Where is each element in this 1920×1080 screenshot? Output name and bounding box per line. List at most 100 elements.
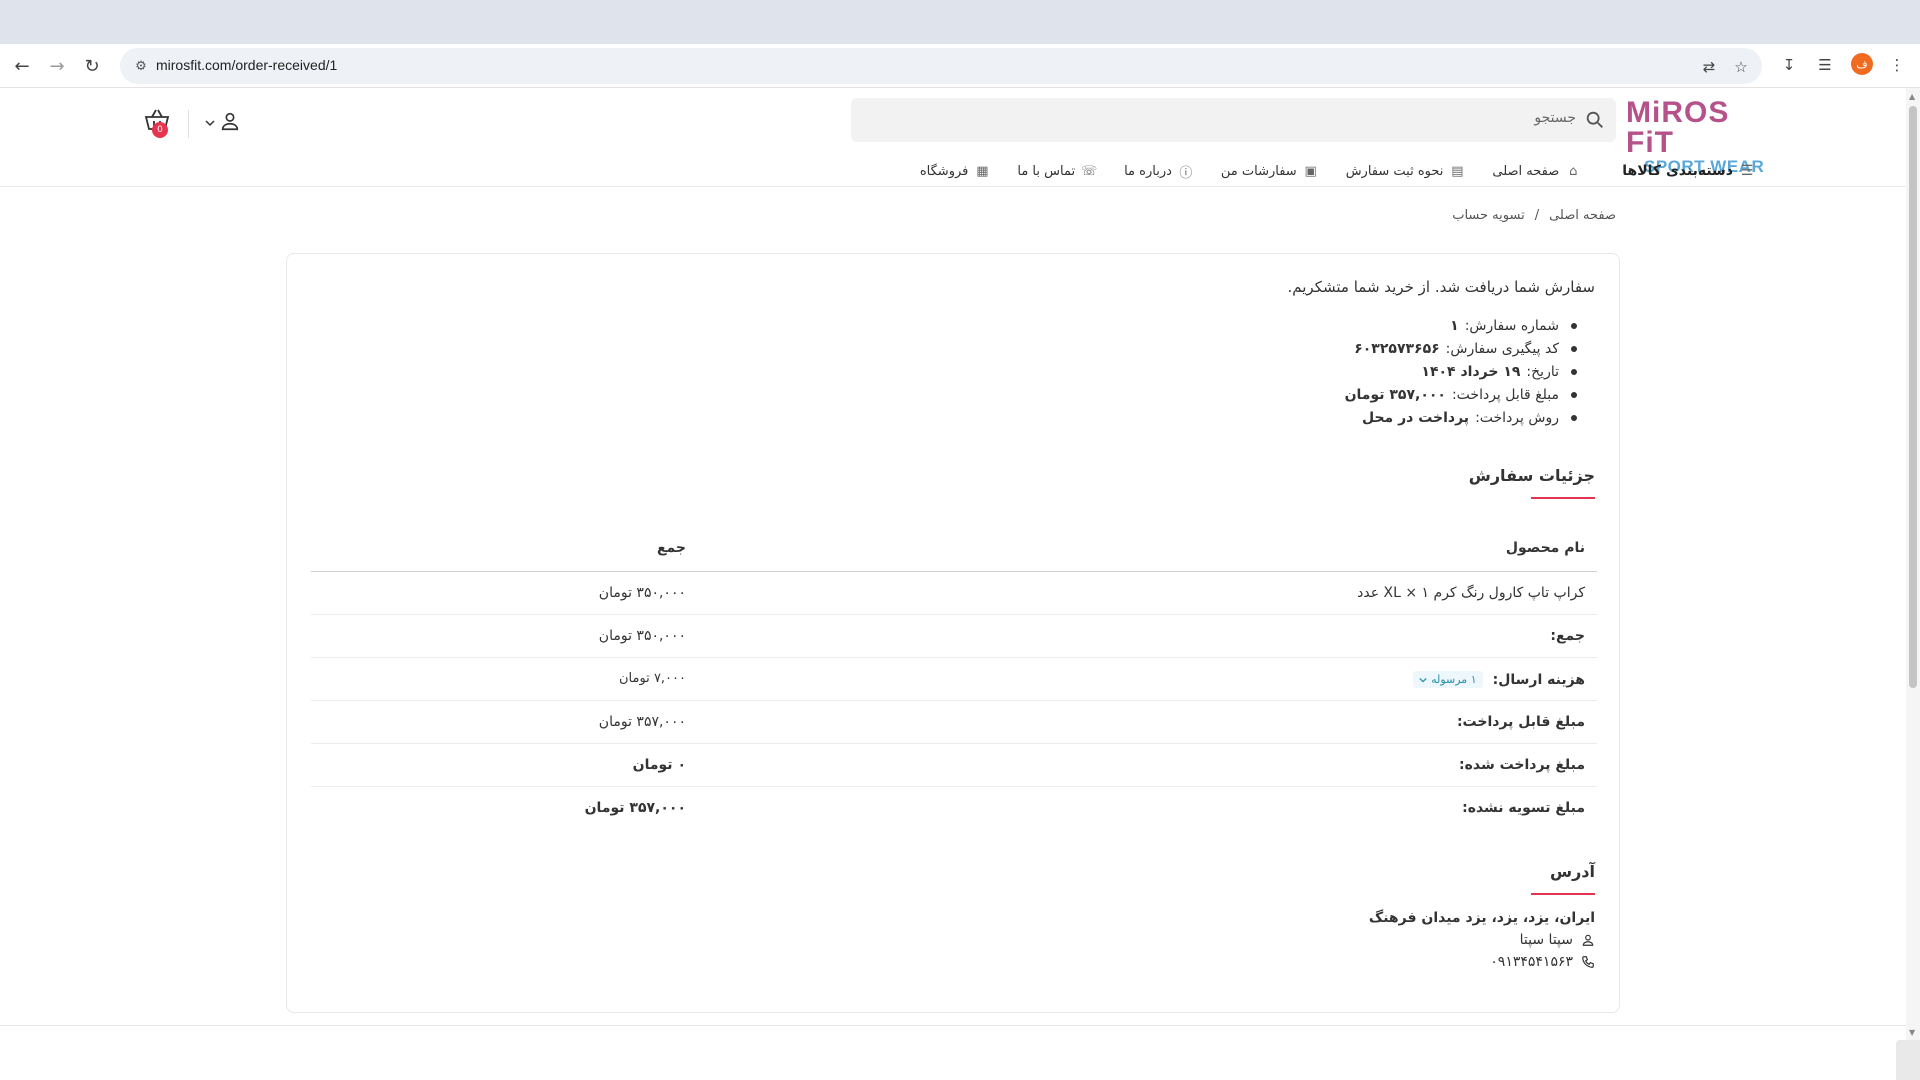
info-payable: مبلغ قابل پرداخت: ۳۵۷,۰۰۰ تومان: [1345, 383, 1579, 406]
col-total-header: جمع: [656, 540, 686, 556]
store-icon: ▦: [976, 163, 989, 179]
floating-widget[interactable]: [1896, 1040, 1920, 1080]
search-icon[interactable]: [1584, 109, 1606, 131]
site-info-icon[interactable]: ⚙: [132, 57, 150, 75]
breadcrumb-separator: /: [1534, 208, 1540, 223]
phone-book-icon: ☏: [1080, 163, 1098, 179]
info-payment-method: روش پرداخت: پرداخت در محل: [1345, 406, 1579, 429]
cart-button[interactable]: 0: [138, 108, 170, 140]
user-icon: [1582, 934, 1594, 946]
menu-home[interactable]: ⌂ صفحه اصلی: [1492, 162, 1582, 180]
chevron-down-icon: [1419, 677, 1427, 683]
translate-icon[interactable]: ⇄: [1698, 56, 1720, 78]
package-icon: ▣: [1304, 163, 1317, 179]
site-page: MiROS FiT SPORT WEAR جستجو 0 ☰ دسته‌بندی…: [0, 88, 1906, 1080]
forward-icon[interactable]: →: [45, 54, 69, 78]
menu-categories-label: دسته‌بندی کالاها: [1622, 163, 1733, 179]
menu-about[interactable]: ⓘ درباره ما: [1124, 162, 1195, 181]
phone-number: ۰۹۱۳۴۵۴۱۵۶۳: [1490, 954, 1573, 970]
payable-label: مبلغ قابل پرداخت:: [1456, 714, 1585, 730]
breadcrumb-current: تسویه حساب: [1452, 208, 1525, 223]
site-logo[interactable]: MiROS FiT SPORT WEAR: [1626, 98, 1776, 176]
breadcrumb: صفحه اصلی / تسویه حساب: [1452, 208, 1616, 223]
user-account-menu[interactable]: [205, 108, 245, 138]
browser-tabstrip: [0, 0, 1920, 44]
info-date: تاریخ: ۱۹ خرداد ۱۴۰۴: [1345, 360, 1579, 383]
reload-icon[interactable]: ↻: [80, 54, 104, 78]
document-icon: ▤: [1451, 163, 1464, 179]
shipping-cell: هزینه ارسال: ۱ مرسوله: [1413, 671, 1585, 688]
main-menu: ☰ دسته‌بندی کالاها ⌂ صفحه اصلی ▤ نحوه ثب…: [920, 156, 1756, 186]
url-text[interactable]: mirosfit.com/order-received/1: [156, 57, 337, 73]
menu-contact[interactable]: ☏ تماس با ما: [1017, 162, 1098, 180]
subtotal-label: جمع:: [1550, 628, 1585, 644]
browser-menu-icon[interactable]: ⋮: [1886, 54, 1908, 76]
download-icon[interactable]: ↧: [1778, 54, 1800, 76]
vertical-scrollbar[interactable]: ▲ ▼: [1906, 88, 1920, 1080]
address-underline: [1531, 893, 1595, 895]
scroll-down-arrow[interactable]: ▼: [1909, 1028, 1915, 1037]
recipient-line: سپتا سپتا: [1520, 932, 1595, 948]
order-details-underline: [1531, 497, 1595, 499]
search-box[interactable]: جستجو: [851, 98, 1616, 142]
shipment-count-label: ۱ مرسوله: [1431, 673, 1477, 686]
unsettled-value: ۳۵۷,۰۰۰ تومان: [584, 800, 686, 816]
menu-how-to-order-label: نحوه ثبت سفارش: [1345, 163, 1444, 179]
address-bar[interactable]: ⚙ mirosfit.com/order-received/1 ⇄ ☆: [120, 48, 1762, 84]
shipping-value: ۷,۰۰۰ تومان: [619, 671, 686, 686]
chevron-down-icon[interactable]: [205, 118, 215, 128]
phone-line: ۰۹۱۳۴۵۴۱۵۶۳: [1490, 954, 1595, 970]
menu-how-to-order[interactable]: ▤ نحوه ثبت سفارش: [1346, 162, 1467, 180]
browser-toolbar: ← → ↻ ⚙ mirosfit.com/order-received/1 ⇄ …: [0, 44, 1920, 88]
order-info-list: شماره سفارش: ۱ کد پیگیری سفارش: ۶۰۳۲۵۷۳۶۵۶…: [1345, 314, 1579, 429]
back-icon[interactable]: ←: [10, 54, 34, 78]
order-card: سفارش شما دریافت شد. از خرید شما متشکریم…: [286, 253, 1620, 1013]
thanks-message: سفارش شما دریافت شد. از خرید شما متشکریم…: [1287, 278, 1596, 296]
scrollbar-thumb[interactable]: [1909, 106, 1917, 688]
logo-top-text: MiROS FiT: [1626, 96, 1730, 159]
scroll-up-arrow[interactable]: ▲: [1909, 92, 1915, 101]
col-product-header: نام محصول: [1505, 540, 1585, 556]
home-icon: ⌂: [1569, 163, 1578, 179]
payable-value: ۳۵۷,۰۰۰ تومان: [598, 714, 686, 730]
search-input[interactable]: جستجو: [1534, 110, 1576, 126]
shipping-label: هزینه ارسال:: [1492, 671, 1585, 688]
menu-contact-label: تماس با ما: [1017, 163, 1076, 179]
recipient-name: سپتا سپتا: [1519, 932, 1573, 948]
menu-categories[interactable]: ☰ دسته‌بندی کالاها: [1622, 162, 1756, 180]
product-total: ۳۵۰,۰۰۰ تومان: [598, 585, 686, 601]
cart-count-badge: 0: [152, 122, 168, 138]
menu-shop-label: فروشگاه: [919, 163, 969, 179]
shipment-count-dropdown[interactable]: ۱ مرسوله: [1413, 671, 1483, 688]
address-text: ایران، یزد، یزد، یزد میدان فرهنگ: [1368, 910, 1595, 926]
bookmark-star-icon[interactable]: ☆: [1730, 56, 1752, 78]
table-row-shipping: هزینه ارسال: ۱ مرسوله ۷,۰۰۰ تومان: [311, 658, 1597, 701]
address-title: آدرس: [1550, 862, 1595, 881]
order-details-title: جزئیات سفارش: [1468, 466, 1595, 485]
media-queue-icon[interactable]: ☰: [1814, 54, 1836, 76]
user-icon[interactable]: [219, 110, 241, 132]
subtotal-value: ۳۵۰,۰۰۰ تومان: [598, 628, 686, 644]
info-icon: ⓘ: [1179, 165, 1193, 181]
profile-avatar[interactable]: ف: [1851, 53, 1873, 75]
breadcrumb-home[interactable]: صفحه اصلی: [1549, 208, 1616, 223]
phone-icon: [1582, 956, 1594, 968]
table-row-unsettled: مبلغ تسویه نشده: ۳۵۷,۰۰۰ تومان: [311, 787, 1597, 830]
product-name[interactable]: کراپ تاپ کارول رنگ کرم XL × ۱ عدد: [1357, 585, 1585, 601]
paid-label: مبلغ پرداخت شده:: [1459, 757, 1585, 773]
table-row-payable: مبلغ قابل پرداخت: ۳۵۷,۰۰۰ تومان: [311, 701, 1597, 744]
menu-about-label: درباره ما: [1124, 163, 1172, 179]
menu-my-orders-label: سفارشات من: [1220, 163, 1297, 179]
info-tracking-code: کد پیگیری سفارش: ۶۰۳۲۵۷۳۶۵۶: [1345, 337, 1579, 360]
header-separator: [0, 186, 1906, 187]
table-row-paid: مبلغ پرداخت شده: ۰ تومان: [311, 744, 1597, 787]
header-divider: [188, 110, 189, 138]
table-header: نام محصول جمع: [311, 526, 1597, 572]
menu-my-orders[interactable]: ▣ سفارشات من: [1221, 162, 1320, 180]
unsettled-label: مبلغ تسویه نشده:: [1462, 800, 1585, 816]
footer-separator: [0, 1025, 1906, 1026]
menu-home-label: صفحه اصلی: [1492, 163, 1560, 179]
menu-shop[interactable]: ▦ فروشگاه: [920, 162, 992, 180]
info-order-number: شماره سفارش: ۱: [1345, 314, 1579, 337]
hamburger-icon: ☰: [1740, 163, 1754, 179]
